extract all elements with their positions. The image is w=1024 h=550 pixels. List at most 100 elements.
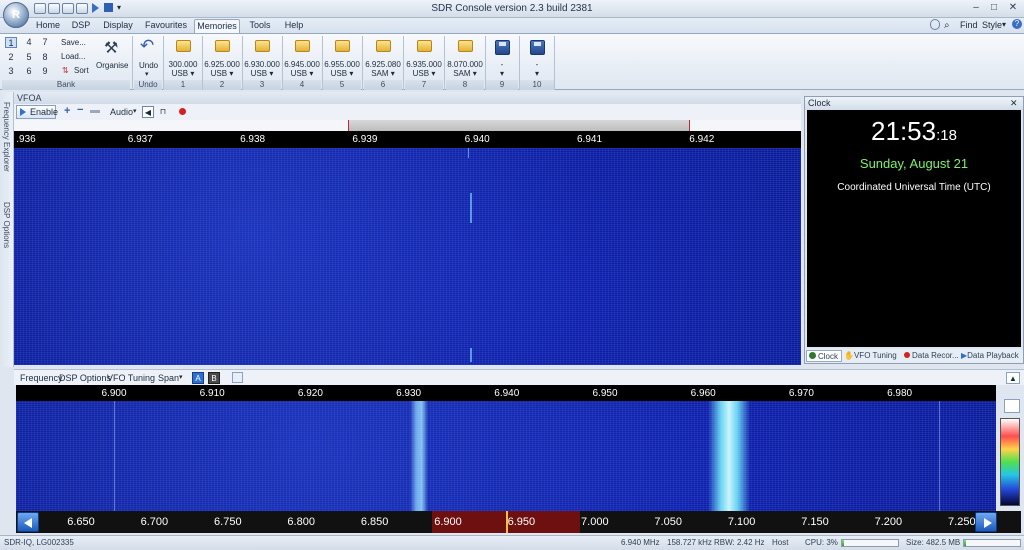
tab-dsp[interactable]: DSP (68, 19, 94, 33)
vfo-scale-tick-label: 6.940 (464, 134, 490, 145)
tab-clock[interactable]: Clock (806, 350, 842, 362)
tab-home[interactable]: Home (34, 19, 62, 33)
style-button[interactable]: Style (982, 20, 1002, 30)
vfo-scale-tick-label: 6.938 (240, 134, 266, 145)
window-icon[interactable] (76, 3, 88, 14)
memory-slot-number: 6 (364, 80, 402, 90)
chevron-down-icon[interactable]: ▾ (309, 69, 313, 78)
play-icon[interactable] (92, 3, 99, 13)
bank-key-5[interactable]: 5 (23, 52, 35, 63)
chevron-down-icon[interactable]: ▾ (269, 69, 273, 78)
tab-data-playback[interactable]: ▶Data Playback (961, 350, 1022, 362)
vfo-a-button[interactable]: A (192, 372, 204, 384)
memory-slot-8[interactable]: 8.070.000 SAM ▾ (446, 35, 484, 79)
search-icon[interactable]: ⌕ (944, 20, 950, 31)
clock-panel-tabs: Clock ✋VFO Tuning Data Recor... ▶Data Pl… (805, 349, 1023, 363)
span-menu[interactable]: Span (158, 373, 179, 383)
chevron-down-icon[interactable]: ▾ (431, 69, 435, 78)
vfo-waterfall[interactable] (14, 148, 801, 365)
memory-slot-3[interactable]: 6.930.000 USB ▾ (243, 35, 281, 79)
print-icon[interactable] (232, 372, 243, 383)
tab-memories[interactable]: Memories (194, 19, 240, 33)
spectrum-display-icon[interactable] (1004, 399, 1020, 413)
memory-slot-6[interactable]: 6.925.080 SAM ▾ (364, 35, 402, 79)
clock-time: 21:53:18 (807, 116, 1021, 147)
help-icon[interactable]: ? (1012, 19, 1022, 29)
app-menu-button[interactable]: R (3, 2, 29, 28)
quick-access-dropdown-icon[interactable]: ▾ (117, 3, 121, 12)
bank-key-7[interactable]: 7 (39, 37, 51, 48)
link-icon[interactable] (90, 110, 100, 113)
audio-menu[interactable]: Audio (110, 107, 133, 117)
tab-favourites[interactable]: Favourites (142, 19, 190, 33)
vfo-filter-window[interactable] (348, 120, 690, 131)
collapse-ribbon-icon[interactable] (930, 19, 940, 30)
camera-icon[interactable] (34, 3, 46, 14)
bank-key-8[interactable]: 8 (39, 52, 51, 63)
stop-icon[interactable] (104, 3, 113, 12)
frequency-tab[interactable]: Frequency (20, 373, 63, 383)
bank-save-button[interactable]: Save... (61, 38, 86, 47)
scroll-left-button[interactable] (17, 512, 39, 532)
memory-slot-2[interactable]: 6.925.000 USB ▾ (203, 35, 241, 79)
filter-icon[interactable]: ⊓ (157, 106, 169, 118)
frequency-explorer-tab[interactable]: Frequency Explorer (2, 102, 11, 172)
bank-sort-button[interactable]: Sort (74, 66, 89, 75)
bank-load-button[interactable]: Load... (61, 52, 85, 61)
memory-mode: USB (171, 69, 189, 78)
remove-icon[interactable]: − (77, 104, 83, 116)
chevron-down-icon[interactable]: ▾ (473, 69, 477, 78)
memory-slot-5[interactable]: 6.955.000 USB ▾ (323, 35, 361, 79)
spectrum-waterfall[interactable] (16, 401, 996, 511)
memory-slot-9[interactable]: - ▾ (486, 35, 518, 79)
audio-dropdown-icon[interactable]: ▾ (133, 107, 137, 115)
memory-frequency: 6.935.000 (406, 60, 442, 69)
vfo-tuning-tab[interactable]: VFO Tuning (107, 373, 155, 383)
bank-key-4[interactable]: 4 (23, 37, 35, 48)
bank-key-3[interactable]: 3 (5, 66, 17, 77)
close-button[interactable]: ✕ (1005, 2, 1021, 15)
chevron-up-icon[interactable]: ▲ (1006, 372, 1020, 384)
memory-slot-1[interactable]: 300.000 USB ▾ (164, 35, 202, 79)
bank-key-2[interactable]: 2 (5, 52, 17, 63)
dsp-options-tab[interactable]: DSP Options (2, 202, 11, 248)
dsp-options-tab[interactable]: DSP Options (59, 373, 111, 383)
span-dropdown-icon[interactable]: ▾ (179, 373, 183, 381)
bank-key-6[interactable]: 6 (23, 66, 35, 77)
chevron-down-icon[interactable]: ▾ (520, 69, 554, 78)
close-icon[interactable]: ✕ (1010, 97, 1018, 110)
memory-slot-4[interactable]: 6.945.000 USB ▾ (283, 35, 321, 79)
tab-help[interactable]: Help (280, 19, 308, 33)
record-icon[interactable] (179, 108, 186, 115)
scroll-right-button[interactable] (975, 512, 997, 532)
chevron-down-icon[interactable]: ▾ (486, 69, 518, 78)
organise-button[interactable]: Organise (96, 61, 128, 70)
vfo-b-button[interactable]: B (208, 372, 220, 384)
speaker-icon[interactable]: ◀ (142, 106, 154, 118)
chevron-down-icon[interactable]: ▾ (349, 69, 353, 78)
memory-slot-7[interactable]: 6.935.000 USB ▾ (405, 35, 443, 79)
add-icon[interactable]: + (64, 105, 70, 117)
tab-data-recorder[interactable]: Data Recor... (902, 350, 959, 362)
chevron-down-icon[interactable]: ▾ (229, 69, 233, 78)
style-dropdown-icon[interactable]: ▾ (1002, 20, 1006, 29)
maximize-button[interactable]: □ (986, 2, 1002, 15)
minimize-button[interactable]: – (968, 2, 984, 15)
chevron-down-icon[interactable]: ▾ (391, 69, 395, 78)
tab-vfo-tuning[interactable]: ✋VFO Tuning (844, 350, 900, 362)
bank-key-1[interactable]: 1 (5, 37, 17, 48)
tab-tools[interactable]: Tools (246, 19, 274, 33)
memory-slot-number: 1 (164, 80, 202, 90)
enable-button[interactable]: Enable (16, 105, 58, 119)
carrier-trace (470, 348, 472, 362)
bank-key-9[interactable]: 9 (39, 66, 51, 77)
save-icon[interactable] (62, 3, 74, 14)
network-icon[interactable] (48, 3, 60, 14)
chevron-down-icon[interactable]: ▾ (190, 69, 194, 78)
find-button[interactable]: Find (960, 20, 978, 30)
undo-button[interactable]: Undo (139, 61, 158, 70)
tab-display[interactable]: Display (100, 19, 136, 33)
undo-dropdown-icon[interactable]: ▾ (145, 70, 149, 78)
waterfall-color-scale[interactable] (1000, 418, 1020, 506)
memory-slot-10[interactable]: - ▾ (520, 35, 554, 79)
